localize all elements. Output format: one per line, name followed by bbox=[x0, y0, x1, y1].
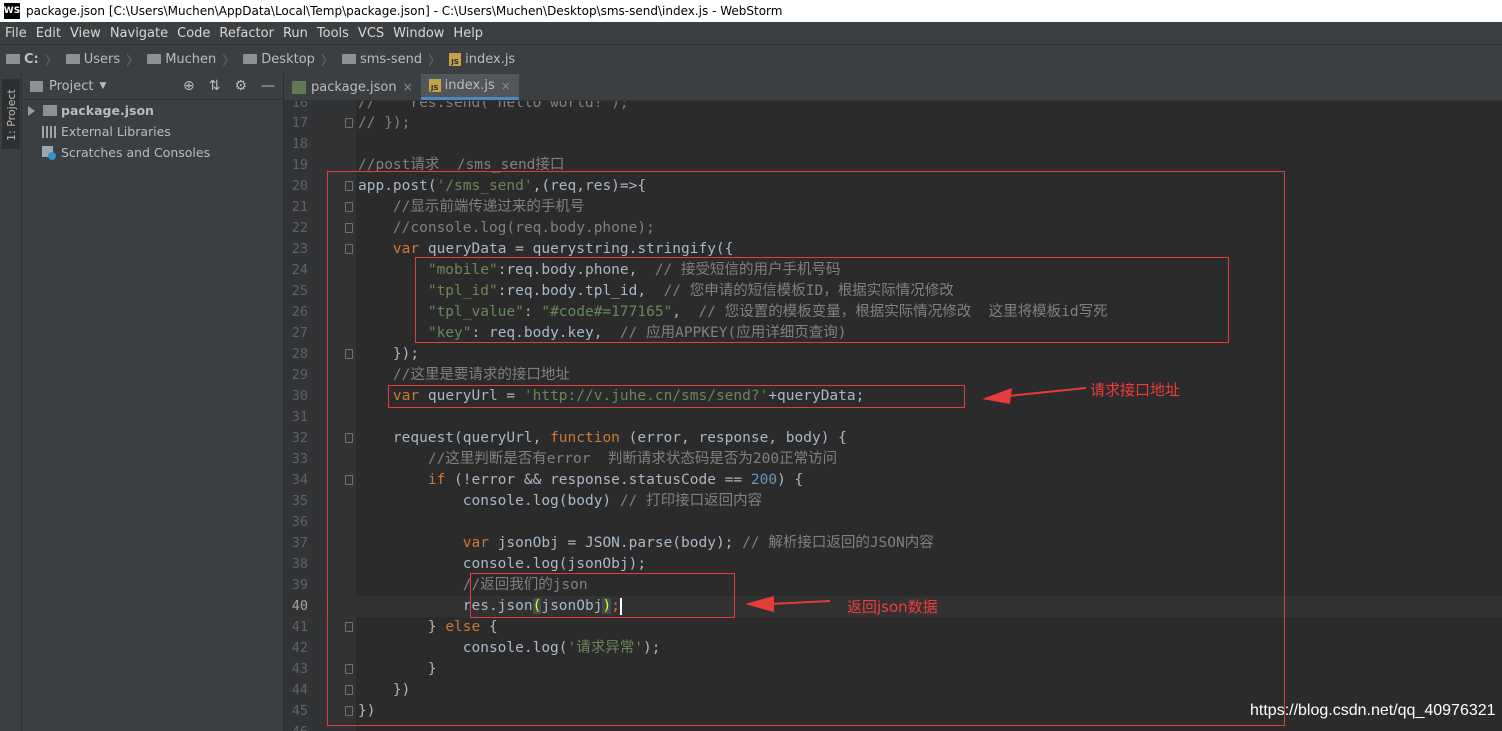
json-file-icon bbox=[292, 80, 306, 94]
breadcrumb-item[interactable]: Desktop 〉 bbox=[237, 50, 336, 69]
project-icon bbox=[30, 80, 43, 92]
menu-vcs[interactable]: VCS bbox=[353, 26, 388, 41]
tree-item-package-json[interactable]: package.json bbox=[22, 100, 283, 121]
code-line: 17// }); bbox=[291, 115, 411, 131]
breadcrumb-item[interactable]: sms-send 〉 bbox=[336, 50, 443, 69]
js-file-icon: JS bbox=[428, 79, 441, 92]
project-side-tab[interactable]: 1: Project bbox=[2, 79, 20, 149]
tree-item-scratches[interactable]: Scratches and Consoles bbox=[22, 142, 283, 163]
annotation-box-handler bbox=[327, 171, 1285, 726]
annotation-box-query-url bbox=[388, 385, 965, 408]
window-title: package.json [C:\Users\Muchen\AppData\Lo… bbox=[26, 4, 783, 18]
annotation-box-return-json bbox=[470, 573, 735, 618]
breadcrumb-item[interactable]: JS index.js bbox=[443, 52, 515, 67]
scratches-icon bbox=[42, 145, 56, 160]
title-bar: WS package.json [C:\Users\Muchen\AppData… bbox=[0, 0, 1502, 22]
menu-bar: File Edit View Navigate Code Refactor Ru… bbox=[0, 22, 1502, 44]
watermark: https://blog.csdn.net/qq_40976321 bbox=[1250, 702, 1496, 719]
folder-icon bbox=[341, 54, 356, 64]
menu-code[interactable]: Code bbox=[172, 26, 214, 41]
project-panel: Project ▼ ⊕ ⇅ ⚙ — package.json External … bbox=[22, 73, 284, 731]
menu-refactor[interactable]: Refactor bbox=[214, 26, 278, 41]
menu-navigate[interactable]: Navigate bbox=[105, 26, 172, 41]
menu-file[interactable]: File bbox=[0, 26, 31, 41]
arrow-icon bbox=[982, 387, 1087, 404]
js-file-icon: JS bbox=[449, 52, 462, 66]
library-icon bbox=[42, 125, 56, 138]
annotation-box-params bbox=[415, 257, 1229, 343]
collapse-icon[interactable]: ⇅ bbox=[209, 78, 221, 94]
breadcrumb: C: 〉 Users 〉 Muchen 〉 Desktop 〉 sms-send 〉 JS… bbox=[0, 44, 1502, 74]
folder-icon bbox=[243, 54, 258, 64]
fold-marker-icon[interactable] bbox=[345, 118, 353, 128]
menu-help[interactable]: Help bbox=[448, 26, 487, 41]
annotation-query-url: 请求接口地址 bbox=[1090, 381, 1181, 399]
menu-edit[interactable]: Edit bbox=[31, 26, 65, 41]
folder-icon bbox=[6, 54, 20, 64]
close-icon[interactable]: × bbox=[501, 79, 511, 93]
editor-tabs: package.json × JS index.js × bbox=[284, 73, 1502, 101]
breadcrumb-item[interactable]: C: 〉 bbox=[0, 50, 60, 69]
expand-arrow-icon[interactable] bbox=[28, 105, 35, 116]
arrow-icon bbox=[745, 596, 831, 612]
webstorm-logo-icon: WS bbox=[4, 3, 20, 19]
chevron-down-icon[interactable]: ▼ bbox=[99, 81, 106, 91]
hide-icon[interactable]: — bbox=[261, 78, 275, 94]
menu-window[interactable]: Window bbox=[388, 26, 448, 41]
folder-icon bbox=[147, 54, 162, 64]
tree-item-external-libraries[interactable]: External Libraries bbox=[22, 121, 283, 142]
tab-index-js[interactable]: JS index.js × bbox=[420, 74, 519, 100]
breadcrumb-item[interactable]: Muchen 〉 bbox=[141, 50, 237, 69]
menu-run[interactable]: Run bbox=[278, 26, 312, 41]
left-tool-strip: 1: Project bbox=[0, 73, 22, 731]
breadcrumb-item[interactable]: Users 〉 bbox=[60, 50, 141, 69]
menu-view[interactable]: View bbox=[65, 26, 105, 41]
folder-icon bbox=[65, 54, 80, 64]
tab-package-json[interactable]: package.json × bbox=[284, 74, 421, 100]
annotation-return-json: 返回json数据 bbox=[847, 598, 938, 616]
project-title[interactable]: Project bbox=[49, 79, 93, 94]
locate-icon[interactable]: ⊕ bbox=[183, 78, 195, 94]
menu-tools[interactable]: Tools bbox=[312, 26, 353, 41]
close-icon[interactable]: × bbox=[403, 80, 413, 94]
gear-icon[interactable]: ⚙ bbox=[234, 78, 247, 94]
code-line: 18 bbox=[291, 136, 308, 152]
folder-icon bbox=[43, 105, 57, 116]
project-panel-header: Project ▼ ⊕ ⇅ ⚙ — bbox=[22, 73, 283, 100]
